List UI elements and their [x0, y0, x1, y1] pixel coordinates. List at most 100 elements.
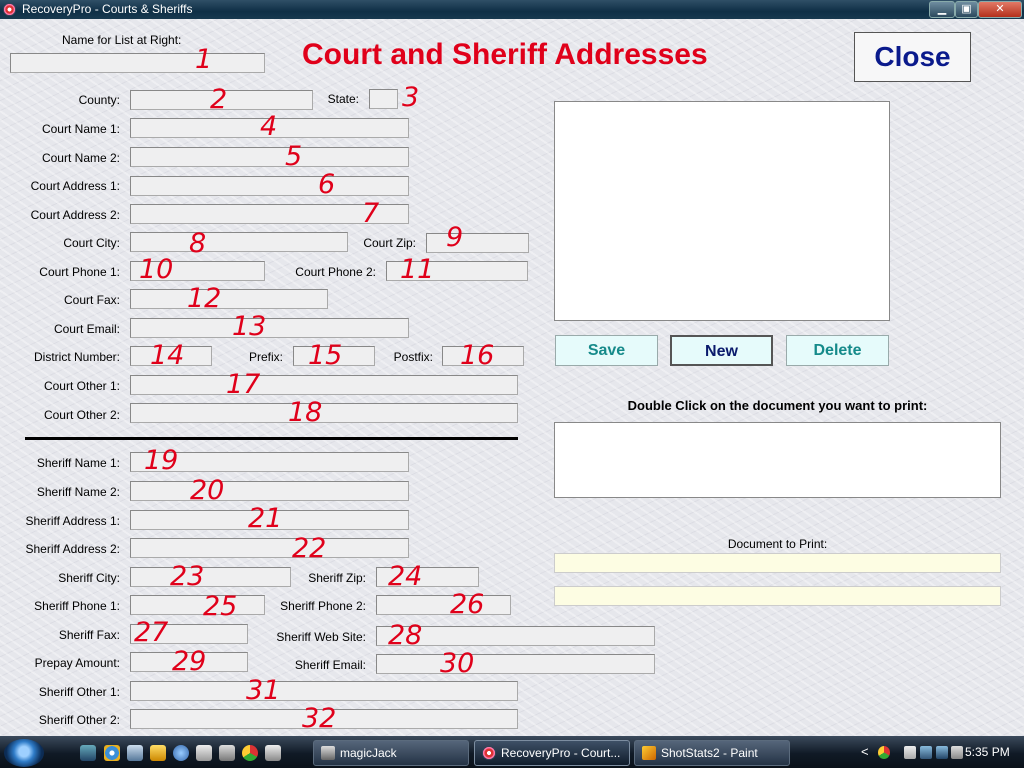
media-player-icon[interactable] [150, 745, 166, 761]
court-fax-label: Court Fax: [63, 293, 120, 307]
court-address-2-label: Court Address 2: [30, 208, 120, 222]
sheriff-zip-label: Sheriff Zip: [308, 571, 366, 585]
annotation-number: 18 [288, 397, 323, 428]
court-other-2-input[interactable] [130, 403, 518, 423]
court-fax-input[interactable] [130, 289, 328, 309]
sheriff-email-input[interactable] [376, 654, 655, 674]
annotation-number: 11 [400, 254, 435, 285]
court-name-2-label: Court Name 2: [41, 151, 120, 165]
annotation-number: 5 [285, 141, 303, 172]
annotation-number: 7 [362, 198, 380, 229]
court-email-label: Court Email: [53, 322, 120, 336]
show-desktop-icon[interactable] [80, 745, 96, 761]
delete-button[interactable]: Delete [786, 335, 889, 366]
tray-device-icon[interactable] [904, 746, 916, 759]
calculator-icon[interactable] [265, 745, 281, 761]
prepay-amount-label: Prepay Amount: [34, 656, 120, 670]
taskbar-item-label: magicJack [340, 746, 397, 760]
annotation-number: 3 [402, 82, 420, 113]
internet-explorer-icon[interactable] [104, 745, 120, 761]
court-email-input[interactable] [130, 318, 409, 338]
prefix-label: Prefix: [248, 350, 283, 364]
sheriff-email-label: Sheriff Email: [294, 658, 366, 672]
sheriff-address-2-input[interactable] [130, 538, 409, 558]
court-other-1-label: Court Other 1: [43, 379, 120, 393]
taskbar-clock[interactable]: 5:35 PM [965, 745, 1010, 759]
annotation-number: 29 [172, 646, 207, 677]
tray-expand-chevron[interactable]: < [861, 744, 869, 759]
document-list[interactable] [554, 422, 1001, 498]
annotation-number: 24 [388, 561, 423, 592]
annotation-number: 25 [203, 591, 238, 622]
sheriff-address-2-label: Sheriff Address 2: [25, 542, 121, 556]
tray-monitor-icon[interactable] [936, 746, 948, 759]
annotation-number: 31 [246, 675, 281, 706]
minimize-button[interactable]: ▁ [929, 1, 955, 18]
new-button[interactable]: New [670, 335, 773, 366]
network-icon[interactable] [173, 745, 189, 761]
court-name-2-input[interactable] [130, 147, 409, 167]
sheriff-other-1-label: Sheriff Other 1: [38, 685, 120, 699]
taskbar-item-recoverypro[interactable]: RecoveryPro - Court... [474, 740, 630, 766]
entries-list[interactable] [554, 101, 890, 321]
court-city-input[interactable] [130, 232, 348, 252]
volume-icon[interactable] [951, 746, 963, 759]
annotation-number: 10 [139, 254, 174, 285]
sheriff-other-2-label: Sheriff Other 2: [38, 713, 120, 727]
annotation-number: 22 [292, 533, 327, 564]
annotation-number: 21 [248, 503, 283, 534]
annotation-number: 4 [260, 111, 278, 142]
maximize-button[interactable]: ▣ [955, 1, 978, 18]
window-title-bar: RecoveryPro - Courts & Sheriffs ▁ ▣ ✕ [0, 0, 1024, 19]
sheriff-name-2-input[interactable] [130, 481, 409, 501]
taskbar-item-label: ShotStats2 - Paint [661, 746, 758, 760]
trash-icon[interactable] [219, 745, 235, 761]
court-zip-input[interactable] [426, 233, 529, 253]
save-button[interactable]: Save [555, 335, 658, 366]
taskbar-item-paint[interactable]: ShotStats2 - Paint [634, 740, 790, 766]
tray-chrome-icon[interactable] [878, 746, 890, 759]
state-input[interactable] [369, 89, 398, 109]
annotation-number: 16 [460, 340, 495, 371]
annotation-number: 8 [189, 228, 207, 259]
court-phone-1-label: Court Phone 1: [39, 265, 120, 279]
sheriff-city-input[interactable] [130, 567, 291, 587]
annotation-number: 26 [450, 589, 485, 620]
start-button[interactable] [4, 739, 44, 767]
district-number-label: District Number: [33, 350, 120, 364]
court-other-2-label: Court Other 2: [43, 408, 120, 422]
app-icon [482, 746, 496, 760]
annotation-number: 17 [226, 369, 261, 400]
annotation-number: 19 [144, 445, 179, 476]
section-divider [25, 437, 518, 440]
annotation-number: 27 [134, 617, 169, 648]
court-address-1-input[interactable] [130, 176, 409, 196]
taskbar-item-magicjack[interactable]: magicJack [313, 740, 469, 766]
window-close-button[interactable]: ✕ [978, 1, 1022, 18]
annotation-number: 9 [446, 222, 464, 253]
court-other-1-input[interactable] [130, 375, 518, 395]
court-name-1-label: Court Name 1: [41, 122, 120, 136]
page-title: Court and Sheriff Addresses [302, 38, 708, 71]
annotation-number: 28 [388, 620, 423, 651]
sheriff-phone-2-input[interactable] [376, 595, 511, 615]
annotation-number: 1 [195, 44, 213, 75]
annotation-number: 12 [187, 283, 222, 314]
calculator-icon [321, 746, 335, 760]
sheriff-phone-1-input[interactable] [130, 595, 265, 615]
close-button[interactable]: Close [854, 32, 971, 82]
court-city-label: Court City: [63, 236, 120, 250]
sheriff-fax-label: Sheriff Fax: [58, 628, 120, 642]
sheriff-other-1-input[interactable] [130, 681, 518, 701]
annotation-number: 30 [440, 648, 475, 679]
name-for-list-label: Name for List at Right: [62, 33, 182, 47]
tools-icon[interactable] [196, 745, 212, 761]
name-for-list-input[interactable] [10, 53, 265, 73]
annotation-number: 32 [302, 703, 337, 734]
window-switcher-icon[interactable] [127, 745, 143, 761]
annotation-number: 20 [190, 475, 225, 506]
chrome-icon[interactable] [242, 745, 258, 761]
sheriff-name-1-label: Sheriff Name 1: [36, 456, 120, 470]
tray-network-icon[interactable] [920, 746, 932, 759]
court-address-1-label: Court Address 1: [30, 179, 120, 193]
